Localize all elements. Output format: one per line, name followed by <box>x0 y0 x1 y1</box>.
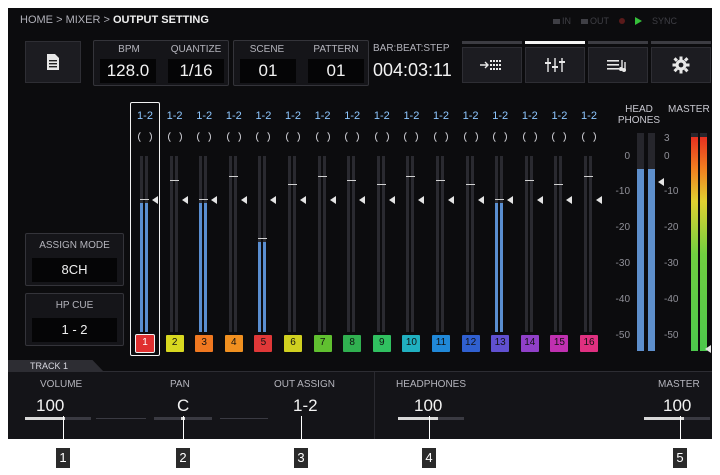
master-scale-label: 0 <box>664 151 670 162</box>
out-assign-label: OUT ASSIGN <box>274 379 335 390</box>
pan-label: PAN <box>170 379 190 390</box>
volume-value: 100 <box>36 396 65 415</box>
pan-value: C <box>177 396 190 415</box>
callout-line <box>301 416 302 448</box>
headphones-meter-fill <box>637 168 644 351</box>
param-divider <box>374 372 375 439</box>
master-meter-fill <box>700 137 707 351</box>
output-setting-screen: HOME > MIXER > OUTPUT SETTING IN OUT SYN… <box>8 8 712 439</box>
master-level-icon[interactable] <box>705 345 711 353</box>
track-label: TRACK 1 <box>30 361 69 371</box>
headphones-scale-label: -20 <box>615 222 630 233</box>
master-scale-label: -20 <box>664 222 679 233</box>
callout-line <box>63 416 64 448</box>
headphones-scale-label: -40 <box>615 294 630 305</box>
master-slider[interactable] <box>644 417 710 420</box>
master-scale-label: -10 <box>664 186 679 197</box>
master-meter-fill <box>691 137 698 351</box>
master-meter-bar <box>691 133 698 351</box>
headphones-value: 100 <box>414 396 443 415</box>
connector-line <box>220 418 268 419</box>
headphones-scale-label: -10 <box>615 186 630 197</box>
callout-1: 1 <box>56 448 70 468</box>
track-bar: TRACK 1 <box>8 360 712 372</box>
master-scale-label: -50 <box>664 330 679 341</box>
callout-line <box>183 416 184 448</box>
callout-line <box>429 416 430 448</box>
headphones-scale-label: -30 <box>615 258 630 269</box>
headphones-level-icon[interactable] <box>658 178 664 186</box>
callout-2: 2 <box>176 448 190 468</box>
master-scale-label: -30 <box>664 258 679 269</box>
master-scale-label: -40 <box>664 294 679 305</box>
headphones-meter-bar <box>637 133 644 351</box>
volume-label: VOLUME <box>40 379 83 390</box>
master-meter-bar <box>700 133 707 351</box>
headphones-meter-bar <box>648 133 655 351</box>
headphones-meter-fill <box>648 168 655 351</box>
headphones-scale-label: 0 <box>624 151 630 162</box>
headphones-scale-label: -50 <box>615 330 630 341</box>
master-value: 100 <box>663 396 692 415</box>
out-assign-value[interactable]: 1-2 <box>293 396 318 416</box>
headphones-param-label: HEADPHONES <box>396 379 467 390</box>
callout-4: 4 <box>422 448 436 468</box>
master-param-label: MASTER <box>658 379 700 390</box>
master-scale-label: 3 <box>664 133 670 144</box>
callout-5: 5 <box>673 448 687 468</box>
param-area: VOLUME 100 PAN C OUT ASSIGN 1-2 HEADPHON… <box>8 372 712 439</box>
callout-line <box>680 416 681 448</box>
connector-line <box>96 418 146 419</box>
volume-slider[interactable] <box>25 417 91 420</box>
callout-3: 3 <box>294 448 308 468</box>
headphones-slider[interactable] <box>398 417 464 420</box>
meters: 3300-10-10-20-20-30-30-40-40-50-50 <box>8 8 712 368</box>
